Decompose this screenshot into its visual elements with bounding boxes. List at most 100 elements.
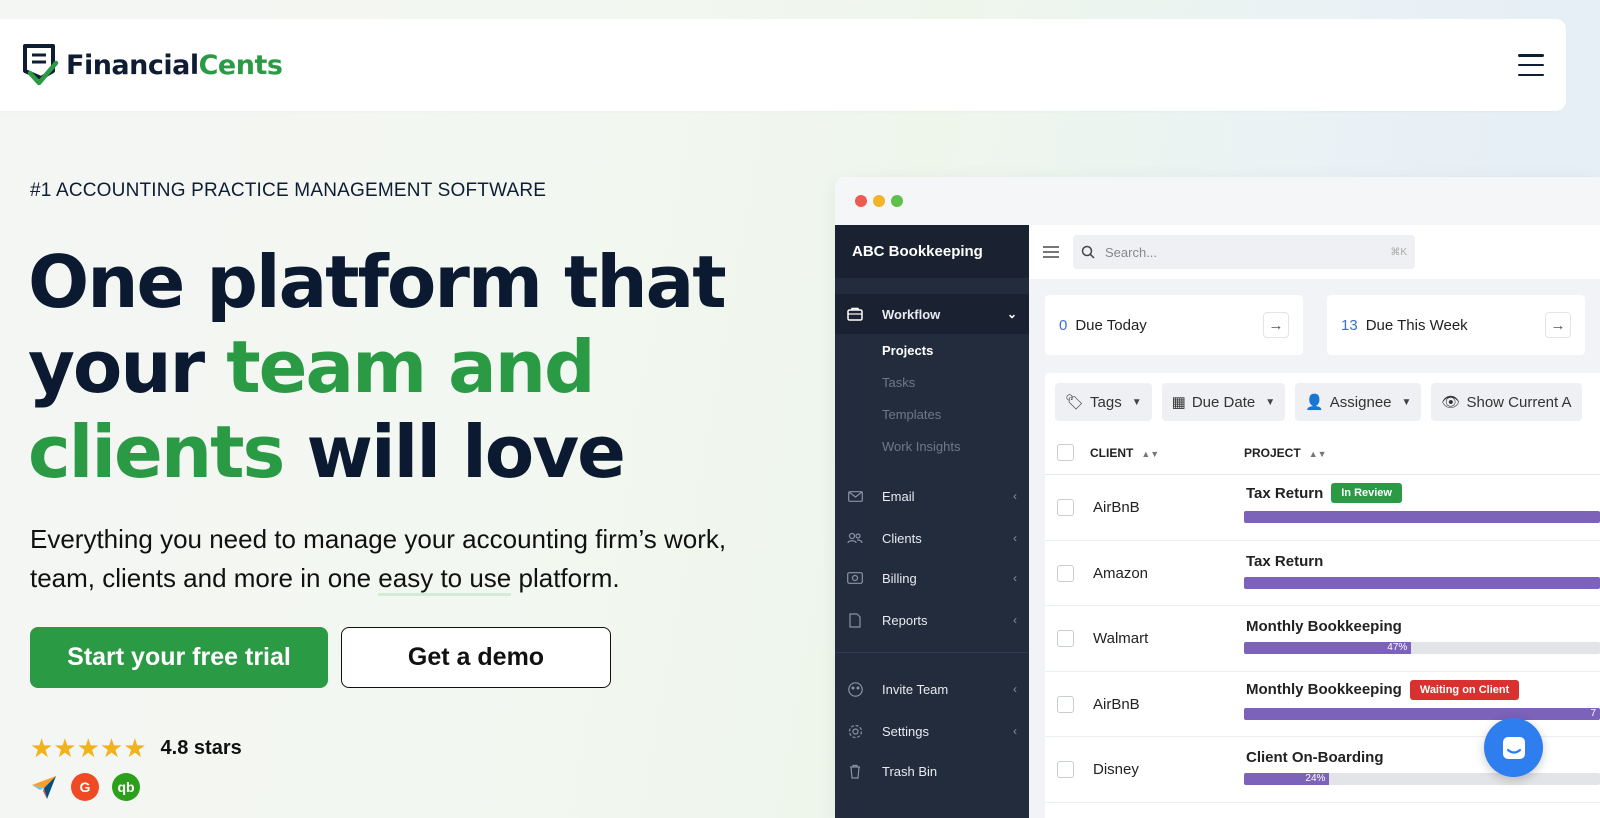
- users-icon: [847, 530, 863, 546]
- project-name[interactable]: Client On-Boarding: [1246, 749, 1384, 766]
- progress-percent: 7: [1590, 707, 1596, 719]
- filter-label: Tags: [1090, 393, 1122, 411]
- sidebar-item-label: Invite Team: [882, 681, 949, 697]
- sidebar-item-clients[interactable]: Clients ‹: [835, 518, 1029, 558]
- money-icon: [847, 570, 863, 586]
- filter-label: Show Current A: [1466, 393, 1572, 411]
- user-icon: 👤: [1305, 394, 1324, 411]
- eyebrow-text: #1 ACCOUNTING PRACTICE MANAGEMENT SOFTWA…: [30, 180, 547, 201]
- sidebar-item-label: Email: [882, 488, 915, 504]
- logo-text: FinancialCents: [66, 49, 283, 81]
- client-name: AirBnB: [1093, 499, 1140, 516]
- search-shortcut: ⌘K: [1390, 246, 1407, 258]
- search-icon: [1081, 245, 1095, 259]
- sidebar-item-label: Clients: [882, 530, 922, 546]
- sidebar-item-label: Trash Bin: [882, 763, 938, 779]
- due-today-card[interactable]: 0 Due Today →: [1045, 295, 1303, 355]
- due-today-label: Due Today: [1075, 316, 1147, 334]
- filter-tags[interactable]: 🏷 Tags ▼: [1055, 383, 1152, 421]
- sort-icon: ▲▼: [1141, 448, 1160, 459]
- table-row[interactable]: AirBnB Tax Return In Review: [1045, 475, 1600, 541]
- client-name: Disney: [1093, 761, 1139, 778]
- capterra-icon: [32, 776, 56, 799]
- document-icon: [847, 612, 863, 628]
- caret-down-icon: ▼: [1401, 396, 1412, 408]
- row-checkbox[interactable]: [1057, 630, 1074, 647]
- filter-show-current[interactable]: 👁 Show Current A: [1431, 383, 1582, 421]
- sidebar-item-billing[interactable]: Billing ‹: [835, 558, 1029, 598]
- start-free-trial-button[interactable]: Start your free trial: [30, 627, 328, 688]
- chat-launcher-button[interactable]: [1484, 718, 1543, 777]
- due-this-week-label: Due This Week: [1365, 316, 1468, 334]
- column-project[interactable]: PROJECT ▲▼: [1244, 446, 1327, 460]
- sidebar-item-workflow[interactable]: Workflow ⌄: [835, 294, 1029, 334]
- search-input[interactable]: [1105, 244, 1365, 260]
- table-row[interactable]: Amazon Tax Return: [1045, 541, 1600, 606]
- workspace-name: ABC Bookkeeping: [835, 225, 1029, 278]
- row-checkbox[interactable]: [1057, 695, 1074, 713]
- sidebar-item-settings[interactable]: Settings ‹: [835, 711, 1029, 751]
- progress-bar: [1244, 576, 1600, 589]
- arrow-right-icon[interactable]: →: [1263, 312, 1289, 338]
- filter-assignee[interactable]: 👤 Assignee ▼: [1295, 383, 1422, 421]
- filter-label: Due Date: [1191, 393, 1256, 411]
- minimize-dot-icon: [873, 195, 885, 207]
- star-rating-icons: ★★★★★: [30, 733, 147, 763]
- briefcase-icon: [847, 306, 863, 322]
- caret-down-icon: ▼: [1265, 396, 1276, 408]
- sidebar-item-email[interactable]: Email ‹: [835, 476, 1029, 516]
- g2-icon: G: [71, 773, 99, 801]
- arrow-right-icon[interactable]: →: [1545, 312, 1571, 338]
- quickbooks-icon: qb: [112, 773, 140, 801]
- sidebar-subitem-templates[interactable]: Templates: [835, 398, 1029, 430]
- sidebar-item-reports[interactable]: Reports ‹: [835, 600, 1029, 640]
- eye-icon: 👁: [1441, 394, 1461, 411]
- due-this-week-count: 13: [1341, 316, 1358, 334]
- close-dot-icon: [855, 195, 867, 207]
- get-demo-button[interactable]: Get a demo: [341, 627, 611, 688]
- logo-icon: [23, 44, 59, 86]
- select-all-checkbox[interactable]: [1057, 444, 1074, 461]
- progress-fill: 7: [1244, 707, 1600, 720]
- row-checkbox[interactable]: [1057, 499, 1074, 516]
- team-icon: [847, 681, 863, 697]
- sidebar-item-label: Billing: [882, 570, 917, 586]
- progress-fill: [1244, 576, 1600, 589]
- column-client[interactable]: CLIENT ▲▼: [1090, 446, 1159, 460]
- rating: ★★★★★ 4.8 stars: [30, 733, 242, 764]
- sidebar-item-invite-team[interactable]: Invite Team ‹: [835, 669, 1029, 709]
- table-header: CLIENT ▲▼ PROJECT ▲▼: [1045, 431, 1600, 475]
- logo[interactable]: FinancialCents: [22, 43, 283, 87]
- search-box[interactable]: ⌘K: [1073, 235, 1415, 269]
- menu-icon[interactable]: [1518, 54, 1544, 76]
- chevron-left-icon: ‹: [1013, 489, 1017, 503]
- sidebar-subitem-tasks[interactable]: Tasks: [835, 366, 1029, 398]
- row-checkbox[interactable]: [1057, 761, 1074, 778]
- due-today-count: 0: [1059, 316, 1068, 334]
- row-checkbox[interactable]: [1057, 564, 1074, 582]
- project-name[interactable]: Tax Return In Review: [1246, 483, 1402, 503]
- review-badges: G qb: [30, 773, 140, 801]
- sidebar-item-label: Reports: [882, 612, 928, 628]
- top-navbar: FinancialCents: [0, 19, 1566, 111]
- client-name: AirBnB: [1093, 695, 1140, 713]
- maximize-dot-icon: [891, 195, 903, 207]
- sort-icon: ▲▼: [1308, 448, 1327, 459]
- app-sidebar: ABC Bookkeeping Workflow ⌄ Projects Task…: [835, 225, 1029, 818]
- sidebar-item-trash-bin[interactable]: Trash Bin: [835, 751, 1029, 791]
- filter-due-date[interactable]: ▦ Due Date ▼: [1161, 383, 1286, 421]
- calendar-icon: ▦: [1171, 394, 1186, 411]
- progress-bar: [1244, 511, 1600, 523]
- project-name[interactable]: Monthly Bookkeeping: [1246, 618, 1402, 635]
- menu-icon[interactable]: [1043, 246, 1059, 258]
- sidebar-subitem-work-insights[interactable]: Work Insights: [835, 430, 1029, 462]
- chevron-left-icon: ‹: [1013, 682, 1017, 696]
- sidebar-subitem-projects[interactable]: Projects: [835, 334, 1029, 366]
- project-name[interactable]: Monthly Bookkeeping Waiting on Client: [1246, 679, 1520, 700]
- project-name[interactable]: Tax Return: [1246, 553, 1323, 570]
- progress-fill: [1244, 511, 1600, 523]
- due-this-week-card[interactable]: 13 Due This Week →: [1327, 295, 1585, 355]
- app-toolbar: ⌘K: [1029, 225, 1600, 279]
- table-row[interactable]: Walmart Monthly Bookkeeping 47%: [1045, 606, 1600, 672]
- hero-headline: One platform that your team and clients …: [28, 240, 727, 494]
